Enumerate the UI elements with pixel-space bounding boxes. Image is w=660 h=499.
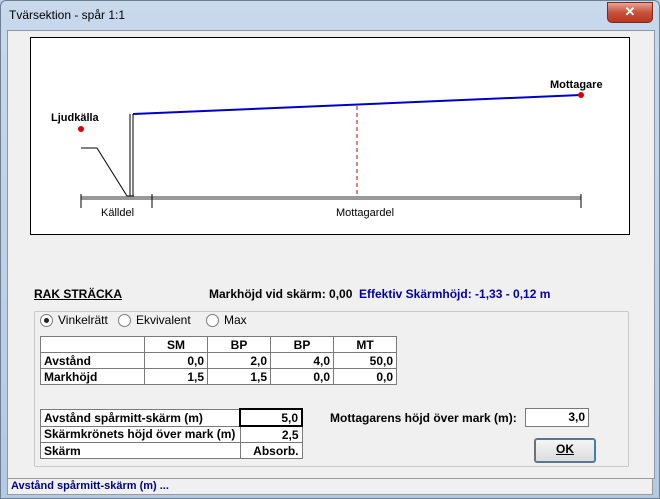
radio-ekvivalent[interactable]: Ekvivalent bbox=[118, 313, 191, 327]
radio-label: Ekvivalent bbox=[136, 313, 191, 327]
table-cell[interactable]: 0,0 bbox=[144, 352, 208, 369]
table-header-cell bbox=[40, 336, 145, 353]
close-icon: ✕ bbox=[624, 4, 636, 19]
table-header-cell: MT bbox=[333, 336, 397, 353]
radio-selected-icon bbox=[40, 313, 53, 327]
profile-table: SM BP BP MT Avstånd 0,0 2,0 4,0 50,0 Mar… bbox=[40, 336, 397, 385]
close-button[interactable]: ✕ bbox=[607, 2, 653, 23]
source-part-label: Källdel bbox=[101, 207, 135, 219]
receiver-height-label: Mottagarens höjd över mark (m): bbox=[330, 411, 517, 425]
dialog-client-area: Ljudkälla Mottagare Källdel Mottagardel … bbox=[7, 30, 655, 479]
radio-max[interactable]: Max bbox=[206, 313, 247, 327]
status-text: Avstånd spårmitt-skärm (m) ... bbox=[11, 480, 169, 492]
dialog-window: Tvärsektion - spår 1:1 ✕ Ljudkälla Motta… bbox=[0, 0, 660, 499]
table-header-cell: SM bbox=[144, 336, 208, 353]
source-label: Ljudkälla bbox=[51, 112, 99, 124]
title-bar: Tvärsektion - spår 1:1 ✕ bbox=[1, 1, 659, 31]
table-row: Markhöjd 1,5 1,5 0,0 0,0 bbox=[40, 368, 397, 385]
table-header-row: SM BP BP MT bbox=[40, 336, 397, 353]
receiver-height-input[interactable]: 3,0 bbox=[525, 408, 589, 427]
table-cell[interactable]: 50,0 bbox=[333, 352, 397, 369]
cross-section-diagram: Ljudkälla Mottagare Källdel Mottagardel bbox=[30, 37, 630, 235]
screen-distance-label: Avstånd spårmitt-skärm (m) bbox=[40, 408, 241, 427]
screen-crest-height-label: Skärmkrönets höjd över mark (m) bbox=[40, 425, 241, 443]
screen-type-label: Skärm bbox=[40, 442, 241, 459]
table-cell[interactable]: 1,5 bbox=[144, 368, 208, 385]
effective-screen-height: Effektiv Skärmhöjd: -1,33 - 0,12 m bbox=[359, 287, 551, 301]
table-header-cell: BP bbox=[207, 336, 271, 353]
table-cell[interactable]: 4,0 bbox=[270, 352, 334, 369]
table-row: Skärmkrönets höjd över mark (m) 2,5 bbox=[40, 425, 303, 443]
radio-unselected-icon bbox=[206, 313, 219, 327]
radio-vinkelratt[interactable]: Vinkelrätt bbox=[40, 313, 108, 327]
window-title: Tvärsektion - spår 1:1 bbox=[9, 8, 126, 22]
receiver-label: Mottagare bbox=[550, 79, 603, 91]
ok-button-label: OK bbox=[556, 442, 574, 456]
screen-table: Avstånd spårmitt-skärm (m) 5,0 Skärmkrön… bbox=[40, 408, 303, 459]
sight-line bbox=[132, 94, 582, 115]
screen-type-value[interactable]: Absorb. bbox=[239, 442, 303, 459]
row-label: Avstånd bbox=[40, 352, 145, 369]
cross-section-drawing bbox=[78, 92, 584, 208]
screen-distance-input[interactable]: 5,0 bbox=[239, 408, 303, 427]
table-row: Skärm Absorb. bbox=[40, 442, 303, 459]
screen-crest-height-input[interactable]: 2,5 bbox=[239, 425, 303, 443]
radio-label: Max bbox=[224, 313, 247, 327]
section-title: RAK STRÄCKA bbox=[34, 287, 122, 301]
table-cell[interactable]: 2,0 bbox=[207, 352, 271, 369]
embankment-line bbox=[81, 147, 134, 197]
status-bar: Avstånd spårmitt-skärm (m) ... bbox=[7, 478, 653, 495]
receiver-point bbox=[578, 92, 584, 98]
ground-height-at-screen: Markhöjd vid skärm: 0,00 bbox=[209, 287, 353, 301]
ok-button[interactable]: OK bbox=[534, 438, 596, 463]
table-cell[interactable]: 0,0 bbox=[270, 368, 334, 385]
table-header-cell: BP bbox=[270, 336, 334, 353]
table-row: Avstånd 0,0 2,0 4,0 50,0 bbox=[40, 352, 397, 369]
radio-label: Vinkelrätt bbox=[58, 313, 108, 327]
row-label: Markhöjd bbox=[40, 368, 145, 385]
radio-unselected-icon bbox=[118, 313, 131, 327]
table-cell[interactable]: 0,0 bbox=[333, 368, 397, 385]
table-row: Avstånd spårmitt-skärm (m) 5,0 bbox=[40, 408, 303, 427]
source-point bbox=[78, 126, 84, 132]
table-cell[interactable]: 1,5 bbox=[207, 368, 271, 385]
receiver-part-label: Mottagardel bbox=[336, 207, 395, 219]
